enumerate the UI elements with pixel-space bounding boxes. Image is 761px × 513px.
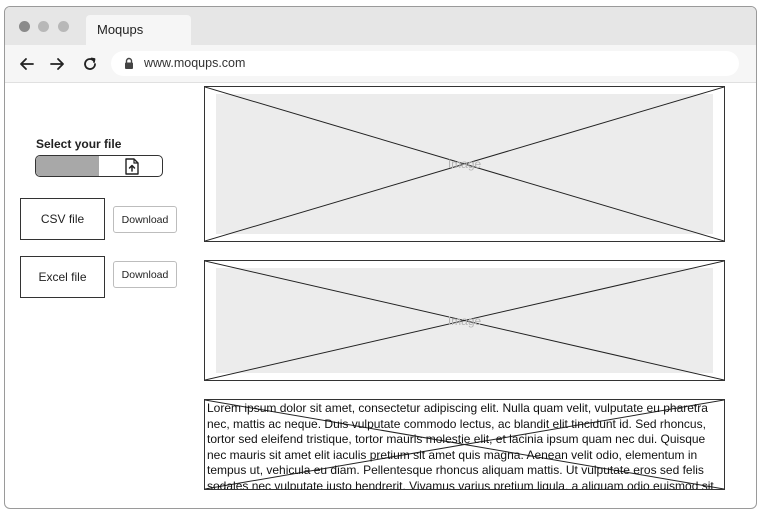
image-placeholder-1: Image [204, 86, 725, 242]
select-file-label: Select your file [36, 137, 122, 151]
arrow-left-icon[interactable] [17, 54, 37, 74]
file-upload-icon[interactable] [124, 158, 140, 175]
upload-progress-fill [36, 156, 99, 176]
excel-file-box: Excel file [20, 256, 105, 298]
file-picker[interactable] [35, 155, 163, 177]
address-bar: www.moqups.com [5, 45, 756, 83]
lorem-paragraph: Lorem ipsum dolor sit amet, consectetur … [207, 401, 714, 490]
title-bar: Moqups [5, 7, 756, 45]
maximize-window-dot[interactable] [58, 21, 69, 32]
close-window-dot[interactable] [19, 21, 30, 32]
url-field[interactable]: www.moqups.com [111, 51, 739, 76]
browser-tab[interactable]: Moqups [86, 15, 191, 45]
image-placeholder-label: Image [447, 314, 482, 328]
image-placeholder-label: Image [447, 157, 482, 171]
lock-icon [125, 57, 133, 69]
image-placeholder-2: Image [204, 260, 725, 381]
minimize-window-dot[interactable] [38, 21, 49, 32]
arrow-right-icon[interactable] [47, 54, 67, 74]
excel-download-button[interactable]: Download [113, 261, 177, 288]
text-placeholder: Lorem ipsum dolor sit amet, consectetur … [204, 399, 725, 490]
reload-icon[interactable] [80, 54, 100, 74]
url-text: www.moqups.com [144, 56, 246, 70]
csv-file-box: CSV file [20, 198, 105, 240]
csv-download-button[interactable]: Download [113, 206, 177, 233]
tab-title: Moqups [97, 22, 144, 37]
